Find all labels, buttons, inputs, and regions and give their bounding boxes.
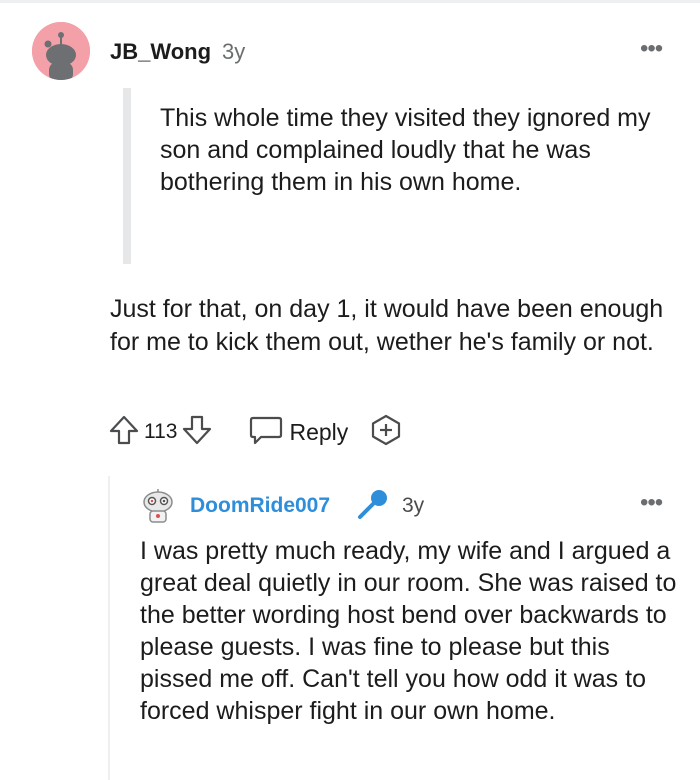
- reply-more-options-icon[interactable]: •••: [640, 491, 663, 515]
- comment-age: 3y: [222, 39, 246, 64]
- award-plus-icon[interactable]: [370, 414, 402, 451]
- downvote-arrow-icon[interactable]: [181, 414, 213, 451]
- comment-actions: 113 Reply: [108, 414, 402, 450]
- quote-bar: [123, 88, 131, 264]
- more-options-icon[interactable]: •••: [640, 37, 663, 61]
- robot-snoo-avatar-icon[interactable]: [140, 488, 176, 524]
- reply-age: 3y: [402, 494, 425, 517]
- reply-body: I was pretty much ready, my wife and I a…: [140, 537, 677, 725]
- thread-line[interactable]: [108, 476, 110, 780]
- reply-button[interactable]: Reply: [289, 419, 348, 446]
- comment-username[interactable]: JB_Wong: [110, 39, 211, 65]
- upvote-arrow-icon[interactable]: [108, 414, 140, 451]
- snoo-avatar-icon[interactable]: [32, 22, 90, 80]
- top-divider: [0, 0, 700, 3]
- vote-score: 113: [144, 420, 178, 443]
- quote-text: This whole time they visited they ignore…: [160, 104, 651, 196]
- reply-bubble-icon[interactable]: [249, 415, 283, 450]
- comment-body: Just for that, on day 1, it would have b…: [110, 295, 664, 356]
- microphone-icon: [356, 487, 390, 526]
- reply-username[interactable]: DoomRide007: [190, 494, 330, 518]
